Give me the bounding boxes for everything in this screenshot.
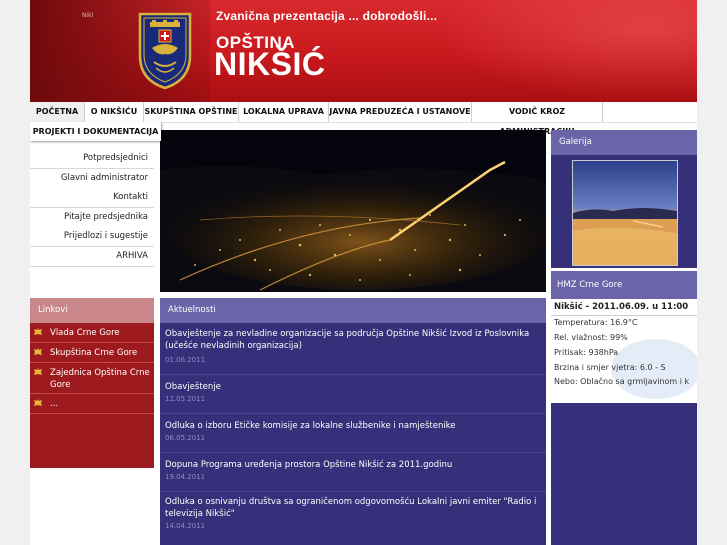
nav-item-projekti-i-dokumentacija[interactable]: PROJEKTI I DOKUMENTACIJA — [30, 122, 161, 141]
weather-station-text: Nikšić - 2011.06.09. u 11:00 — [554, 302, 689, 312]
coat-of-arms-icon — [34, 328, 42, 335]
weather-sky: Nebo: Oblačno sa grmljavinom i k — [554, 377, 690, 386]
left-menu-item-kontakti[interactable]: Kontakti — [30, 188, 154, 208]
weather-humidity: Rel. vlažnost: 99% — [554, 333, 628, 342]
left-menu: Potpredsjednici Glavni administrator Kon… — [30, 130, 154, 270]
left-menu-item-pitajte-predsjednika[interactable]: Pitajte predsjednika — [30, 208, 154, 228]
coat-of-arms-icon — [34, 399, 42, 406]
news-title[interactable]: Dopuna Programa uređenja prostora Opštin… — [165, 459, 541, 471]
links-heading: Linkovi — [30, 298, 154, 323]
link-label: ... — [50, 399, 59, 409]
weather-pressure: Pritisak: 938hPa — [554, 348, 619, 357]
nav-item-pocetna[interactable]: POČETNA — [30, 102, 85, 122]
left-menu-item-glavni-administrator[interactable]: Glavni administrator — [30, 169, 154, 189]
page: Nikl Zvanična prezentacija ... dobrodošl… — [30, 0, 697, 545]
left-menu-label: Prijedlozi i sugestije — [63, 231, 148, 241]
news-title[interactable]: Odluka o osnivanju društva sa ograničeno… — [165, 496, 541, 520]
header-tagline: Zvanična prezentacija ... dobrodošli... — [216, 9, 438, 23]
news-date: 14.04.2011 — [165, 522, 206, 530]
news-title[interactable]: Obavještenje za nevladine organizacije s… — [165, 328, 541, 352]
news-item[interactable]: Odluka o izboru Etičke komisije za lokal… — [160, 414, 546, 453]
left-menu-label: Kontakti — [113, 192, 148, 202]
left-menu-item-arhiva[interactable]: ARHIVA — [30, 247, 154, 267]
coat-of-arms-logo[interactable] — [136, 10, 194, 90]
news-date: 01.06.2011 — [165, 356, 206, 364]
link-zajednica-opstina[interactable]: Zajednica Opština Crne Gore — [30, 363, 154, 394]
gallery-heading-text: Galerija — [559, 137, 592, 147]
gallery-heading: Galerija — [551, 130, 697, 155]
link-skupstina[interactable]: Skupština Crne Gore — [30, 343, 154, 363]
link-more[interactable]: ... — [30, 394, 154, 414]
links-panel: Linkovi Vlada Crne Gore Skupština Crne G… — [30, 298, 154, 468]
weather-widget: Nikšić - 2011.06.09. u 11:00 Temperatura… — [551, 299, 697, 403]
coat-of-arms-icon — [34, 348, 42, 355]
weather-temperature: Temperatura: 16.9°C — [554, 318, 638, 327]
links-heading-text: Linkovi — [38, 305, 68, 315]
weather-station-line: Nikšić - 2011.06.09. u 11:00 — [551, 299, 697, 316]
gallery-panel: Galerija — [551, 130, 697, 268]
news-item[interactable]: Obavještenje za nevladine organizacije s… — [160, 328, 546, 375]
news-title[interactable]: Odluka o izboru Etičke komisije za lokal… — [165, 420, 541, 432]
news-item[interactable]: Odluka o osnivanju društva sa ograničeno… — [160, 492, 546, 545]
weather-wind: Brzina i smjer vjetra: 6.0 - S — [554, 363, 666, 372]
left-menu-item-prijedlozi[interactable]: Prijedlozi i sugestije — [30, 227, 154, 247]
left-menu-label: Glavni administrator — [60, 173, 148, 183]
nav-item-o-niksicu[interactable]: O NIKŠIĆU — [85, 102, 144, 122]
gallery-thumbnail[interactable] — [572, 160, 678, 266]
news-item[interactable]: Obavještenje 12.05.2011 — [160, 375, 546, 414]
nav-item-skupstina-opstine[interactable]: SKUPŠTINA OPŠTINE — [144, 102, 239, 122]
night-city-image — [160, 130, 546, 292]
link-label: Vlada Crne Gore — [50, 328, 120, 338]
news-date: 06.05.2011 — [165, 434, 206, 442]
weather-panel: HMZ Crne Gore Nikšić - 2011.06.09. u 11:… — [551, 271, 697, 545]
link-vlada[interactable]: Vlada Crne Gore — [30, 323, 154, 343]
weather-heading: HMZ Crne Gore — [551, 271, 697, 299]
left-menu-label: ARHIVA — [116, 251, 148, 261]
nav-item-vodic-kroz-administraciju[interactable]: VODIČ KROZ ADMINISTRACIJU — [472, 102, 603, 136]
left-menu-item-potpredsjednici[interactable]: Potpredsjednici — [30, 149, 154, 169]
news-title[interactable]: Obavještenje — [165, 381, 541, 393]
main-nav: POČETNA O NIKŠIĆU SKUPŠTINA OPŠTINE LOKA… — [30, 102, 697, 136]
link-label: Zajednica Opština Crne Gore — [50, 368, 150, 390]
header-title-big: NIKŠIĆ — [214, 46, 326, 82]
news-panel: Aktuelnosti Obavještenje za nevladine or… — [160, 298, 546, 545]
news-heading-text: Aktuelnosti — [168, 305, 216, 315]
left-menu-label: Potpredsjednici — [83, 153, 148, 163]
header-small-label: Nikl — [82, 12, 94, 19]
night-city-photo — [160, 130, 546, 292]
coat-of-arms-icon — [34, 368, 42, 375]
nav-item-lokalna-uprava[interactable]: LOKALNA UPRAVA — [239, 102, 329, 122]
news-heading: Aktuelnosti — [160, 298, 546, 323]
news-date: 19.04.2011 — [165, 473, 206, 481]
weather-heading-text: HMZ Crne Gore — [557, 280, 623, 290]
news-date: 12.05.2011 — [165, 395, 206, 403]
site-header: Nikl Zvanična prezentacija ... dobrodošl… — [30, 0, 697, 102]
left-menu-label: Pitajte predsjednika — [64, 212, 148, 222]
news-item[interactable]: Dopuna Programa uređenja prostora Opštin… — [160, 453, 546, 492]
nav-item-javna-preduzeca[interactable]: JAVNA PREDUZEĆA I USTANOVE — [329, 102, 472, 122]
lake-sunset-image — [573, 161, 677, 265]
link-label: Skupština Crne Gore — [50, 348, 138, 358]
